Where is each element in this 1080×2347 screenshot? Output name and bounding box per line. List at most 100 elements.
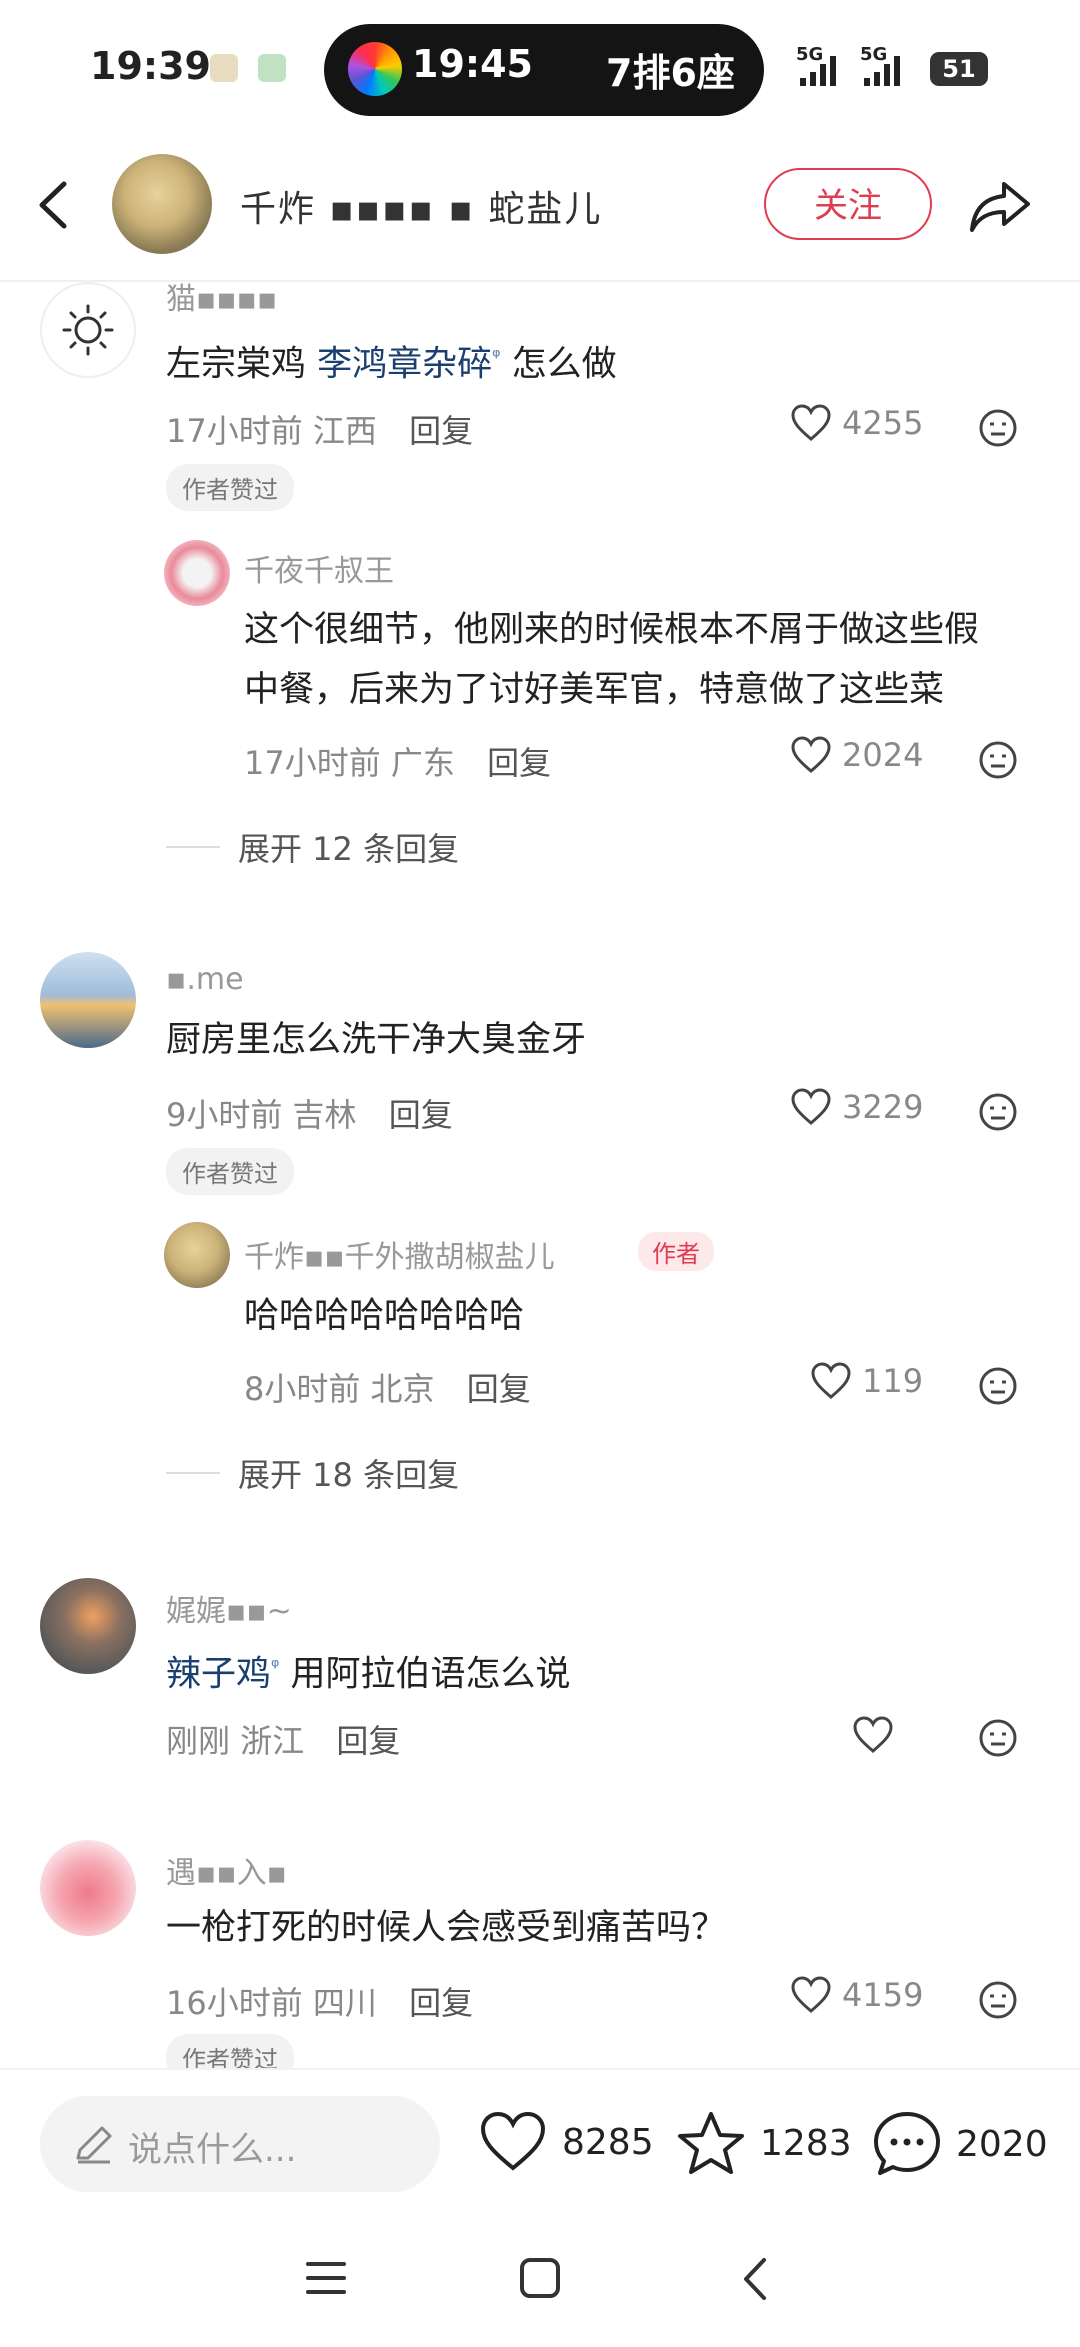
comment-text-part: 左宗棠鸡 — [166, 344, 318, 385]
heart-icon — [480, 2111, 546, 2171]
comment-text-part: 怎么做 — [500, 344, 617, 385]
dislike-face-icon[interactable] — [978, 1718, 1018, 1758]
reply-avatar[interactable] — [164, 1222, 230, 1288]
dislike-face-icon[interactable] — [978, 1366, 1018, 1406]
signal-icon — [864, 56, 900, 86]
like-button[interactable]: 3229 — [790, 1088, 923, 1126]
heart-icon — [791, 1088, 831, 1125]
expand-line — [166, 846, 220, 848]
share-icon[interactable] — [968, 178, 1032, 234]
notification-app-icon — [258, 54, 286, 82]
like-count: 4255 — [842, 404, 924, 442]
expand-replies-button[interactable]: 展开 18 条回复 — [166, 1450, 459, 1496]
author-avatar[interactable] — [112, 154, 212, 254]
comment-input-placeholder[interactable]: 说点什么... — [128, 2122, 296, 2171]
reply-text-line: 中餐，后来为了讨好美军官，特意做了这些菜 — [244, 670, 945, 710]
reply-button[interactable]: 回复 — [336, 1722, 400, 1760]
comment-time: 9小时前 — [166, 1096, 283, 1134]
reply-time: 8小时前 — [244, 1370, 361, 1408]
expand-label: 展开 12 条回复 — [238, 830, 460, 868]
like-button[interactable]: 119 — [810, 1362, 923, 1400]
author-name[interactable]: 千炸 ▪▪▪▪ ▪ 蛇盐儿 — [240, 180, 602, 232]
expand-label: 展开 18 条回复 — [238, 1456, 460, 1494]
reply-meta: 8小时前 北京 回复 — [244, 1364, 531, 1410]
comment-meta: 17小时前 江西 回复 — [166, 406, 473, 452]
pen-icon — [76, 2126, 112, 2164]
expand-replies-button[interactable]: 展开 12 条回复 — [166, 824, 459, 870]
like-button[interactable]: 2024 — [790, 736, 923, 774]
reply-button[interactable]: 回复 — [409, 412, 473, 450]
dislike-face-icon[interactable] — [978, 408, 1018, 448]
commenter-name[interactable]: 娓娓▪▪~ — [166, 1586, 292, 1630]
sun-icon — [62, 304, 114, 356]
notification-app-icon — [210, 54, 238, 82]
home-icon[interactable] — [518, 2256, 562, 2300]
header-divider — [0, 280, 1080, 282]
status-time: 19:39 — [90, 44, 211, 88]
favorite-count: 1283 — [760, 2122, 852, 2164]
reply-location: 北京 — [370, 1370, 435, 1408]
commenter-avatar[interactable] — [40, 952, 136, 1048]
commenter-avatar[interactable] — [40, 282, 136, 378]
reply-text: 哈哈哈哈哈哈哈哈 — [244, 1296, 525, 1336]
like-button[interactable]: 4159 — [790, 1976, 923, 2014]
comment-text: 辣子鸡ᵠ 用阿拉伯语怎么说 — [166, 1636, 570, 1705]
comment-meta: 16小时前 四川 回复 — [166, 1978, 473, 2024]
reply-avatar[interactable] — [164, 540, 230, 606]
like-count: 2024 — [842, 736, 924, 774]
search-link[interactable]: 李鸿章杂碎 — [317, 345, 492, 385]
reply-name[interactable]: 千炸▪▪千外撒胡椒盐儿 — [244, 1232, 555, 1276]
like-count: 4159 — [842, 1976, 924, 2014]
author-liked-badge: 作者赞过 — [166, 464, 294, 511]
reply-meta: 17小时前 广东 回复 — [244, 738, 551, 784]
post-like-count: 8285 — [562, 2121, 654, 2163]
reply-button[interactable]: 回复 — [409, 1984, 473, 2022]
commenter-avatar[interactable] — [40, 1840, 136, 1936]
commenter-name[interactable]: ▪.me — [166, 962, 244, 997]
reply-time: 17小时前 — [244, 744, 381, 782]
heart-icon — [811, 1362, 851, 1399]
heart-icon — [791, 1976, 831, 2013]
signal-icon — [800, 56, 836, 86]
dislike-face-icon[interactable] — [978, 1980, 1018, 2020]
menu-icon[interactable] — [304, 2258, 348, 2298]
comment-meta: 刚刚 浙江 回复 — [166, 1716, 400, 1762]
comment-count: 2020 — [956, 2123, 1048, 2165]
reply-button[interactable]: 回复 — [389, 1096, 453, 1134]
search-link[interactable]: 辣子鸡 — [166, 1655, 271, 1695]
like-button[interactable]: 4255 — [790, 404, 923, 442]
comment-time: 刚刚 — [166, 1722, 231, 1760]
app-logo-icon — [348, 42, 402, 96]
heart-icon — [791, 404, 831, 441]
comment-count-button[interactable]: 2020 — [872, 2110, 1048, 2178]
like-count: 3229 — [842, 1088, 924, 1126]
nav-back-icon[interactable] — [738, 2256, 772, 2302]
heart-icon[interactable] — [852, 1716, 894, 1754]
post-like-button[interactable]: 8285 — [478, 2110, 654, 2174]
reply-button[interactable]: 回复 — [487, 744, 551, 782]
favorite-button[interactable]: 1283 — [676, 2110, 852, 2176]
comment-text: 左宗棠鸡 李鸿章杂碎ᵠ 怎么做 — [166, 326, 617, 395]
like-count: 119 — [862, 1362, 924, 1400]
star-icon — [678, 2112, 744, 2174]
reply-name[interactable]: 千夜千叔王 — [244, 546, 394, 590]
comment-text-part: 用阿拉伯语怎么说 — [279, 1654, 571, 1695]
author-liked-badge: 作者赞过 — [166, 1148, 294, 1195]
back-arrow-icon[interactable] — [34, 180, 74, 230]
dislike-face-icon[interactable] — [978, 740, 1018, 780]
follow-button[interactable]: 关注 — [764, 168, 932, 240]
comment-location: 江西 — [312, 412, 377, 450]
reply-location: 广东 — [390, 744, 455, 782]
commenter-name[interactable]: 猫▪▪▪▪ — [166, 274, 277, 318]
dislike-face-icon[interactable] — [978, 1092, 1018, 1132]
comment-location: 四川 — [312, 1984, 377, 2022]
reply-text-line: 这个很细节，他刚来的时候根本不屑于做这些假 — [244, 610, 980, 650]
author-badge: 作者 — [638, 1232, 714, 1271]
pill-time: 19:45 — [412, 42, 533, 86]
comment-location: 吉林 — [292, 1096, 357, 1134]
commenter-name[interactable]: 遇▪▪入▪ — [166, 1848, 287, 1892]
comment-time: 17小时前 — [166, 412, 303, 450]
reply-button[interactable]: 回复 — [467, 1370, 531, 1408]
commenter-avatar[interactable] — [40, 1578, 136, 1674]
chat-bubble-icon — [874, 2112, 940, 2175]
